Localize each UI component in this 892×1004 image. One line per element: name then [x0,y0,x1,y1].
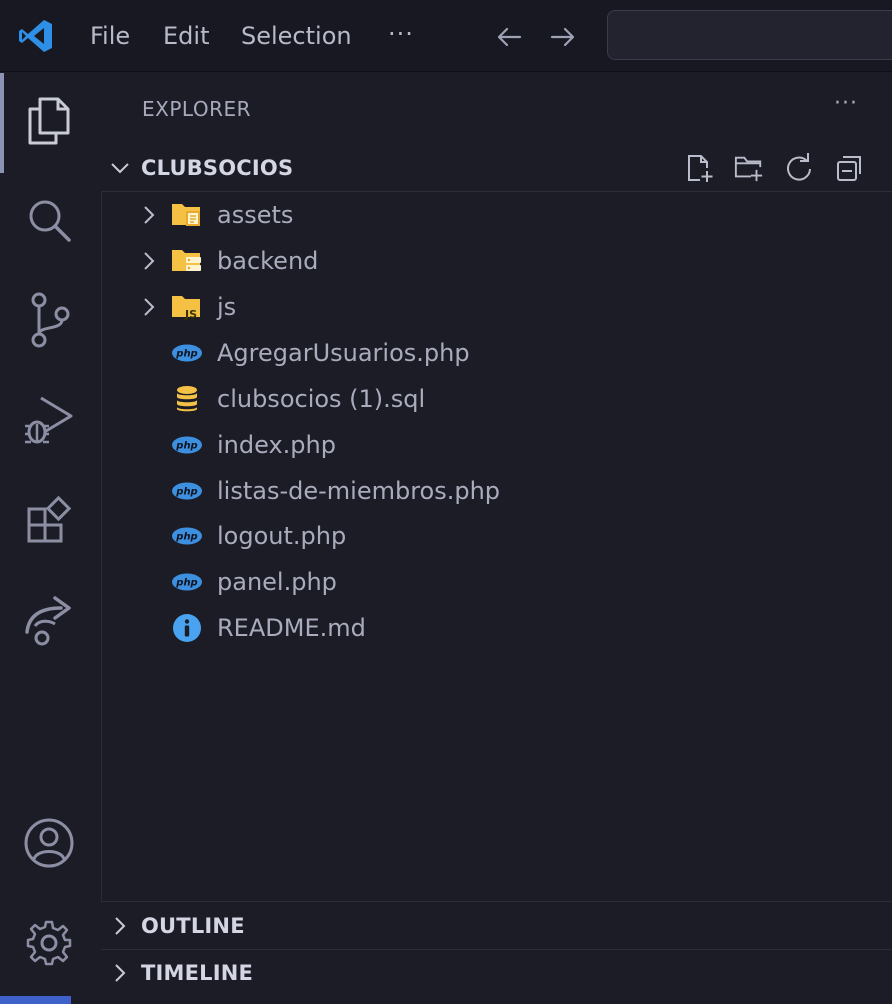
tree-item-label: clubsocios (1).sql [217,385,426,413]
tree-item-label: README.md [217,614,366,642]
tree-item-label: AgregarUsuarios.php [217,339,470,367]
chevron-right-icon [144,298,155,316]
activity-bar [0,73,101,1004]
chevron-right-icon [144,252,155,270]
info-icon [170,613,204,643]
tree-item-file[interactable]: php listas-de-miembros.php [102,468,892,514]
folder-backend-icon [170,246,204,276]
file-tree: assets backend JS js php AgregarUsuarios… [101,191,892,902]
project-header[interactable]: CLUBSOCIOS [101,145,892,191]
collapse-all-icon[interactable] [834,153,864,183]
menu-file[interactable]: File [90,20,130,52]
svg-text:JS: JS [184,308,197,321]
tree-item-label: index.php [217,431,336,459]
settings-gear-icon[interactable] [20,914,78,972]
tree-item-label: js [217,293,237,321]
status-bar-remote-indicator[interactable] [0,996,71,1004]
tree-item-folder[interactable]: backend [102,238,892,284]
svg-text:php: php [175,349,197,360]
outline-label: OUTLINE [141,914,245,938]
vscode-logo-icon [19,20,52,52]
chevron-down-icon [111,163,129,174]
extensions-icon[interactable] [20,491,78,549]
menu-selection[interactable]: Selection [241,20,352,52]
php-icon: php [170,476,204,506]
tree-item-file[interactable]: php panel.php [102,559,892,605]
tree-item-label: logout.php [217,522,347,550]
search-icon[interactable] [20,191,78,249]
tree-item-file[interactable]: php logout.php [102,513,892,559]
new-file-icon[interactable] [684,153,714,183]
php-icon: php [170,430,204,460]
title-bar: File Edit Selection ··· [0,0,892,72]
refresh-icon[interactable] [784,153,814,183]
tree-item-folder[interactable]: assets [102,192,892,238]
menu-more-button[interactable]: ··· [388,20,414,48]
database-icon [170,384,204,414]
svg-text:php: php [175,532,197,543]
command-center-search[interactable] [607,10,892,60]
folder-js-icon: JS [170,292,204,322]
explorer-files-icon[interactable] [20,91,78,149]
chevron-right-icon [115,964,126,982]
forward-arrow-icon[interactable] [548,22,578,52]
php-icon: php [170,338,204,368]
outline-panel-header[interactable]: OUTLINE [101,903,892,949]
svg-text:php: php [175,487,197,498]
tree-item-label: assets [217,201,294,229]
chevron-right-icon [115,917,126,935]
tree-item-label: panel.php [217,568,337,596]
folder-assets-icon [170,200,204,230]
tree-item-file[interactable]: README.md [102,605,892,651]
tree-item-file[interactable]: php AgregarUsuarios.php [102,330,892,376]
account-icon[interactable] [20,814,78,872]
svg-text:php: php [175,441,197,452]
tree-item-folder[interactable]: JS js [102,284,892,330]
source-control-icon[interactable] [20,291,78,349]
svg-text:php: php [175,578,197,589]
remote-explorer-icon[interactable] [20,591,78,649]
tree-item-label: listas-de-miembros.php [217,477,501,505]
run-debug-icon[interactable] [20,391,78,449]
menu-edit[interactable]: Edit [163,20,209,52]
new-folder-icon[interactable] [734,153,764,183]
tree-item-file[interactable]: php index.php [102,422,892,468]
timeline-label: TIMELINE [141,961,254,985]
timeline-panel-header[interactable]: TIMELINE [101,950,892,996]
chevron-right-icon [144,206,155,224]
active-indicator [0,73,4,173]
explorer-more-actions-button[interactable]: ··· [834,91,858,116]
explorer-title: EXPLORER [142,97,251,121]
tree-item-file[interactable]: clubsocios (1).sql [102,376,892,422]
back-arrow-icon[interactable] [494,22,524,52]
php-icon: php [170,567,204,597]
php-icon: php [170,521,204,551]
tree-item-label: backend [217,247,319,275]
explorer-sidebar: EXPLORER ··· CLUBSOCIOS assets backend J… [101,73,892,1004]
project-name: CLUBSOCIOS [141,156,294,180]
